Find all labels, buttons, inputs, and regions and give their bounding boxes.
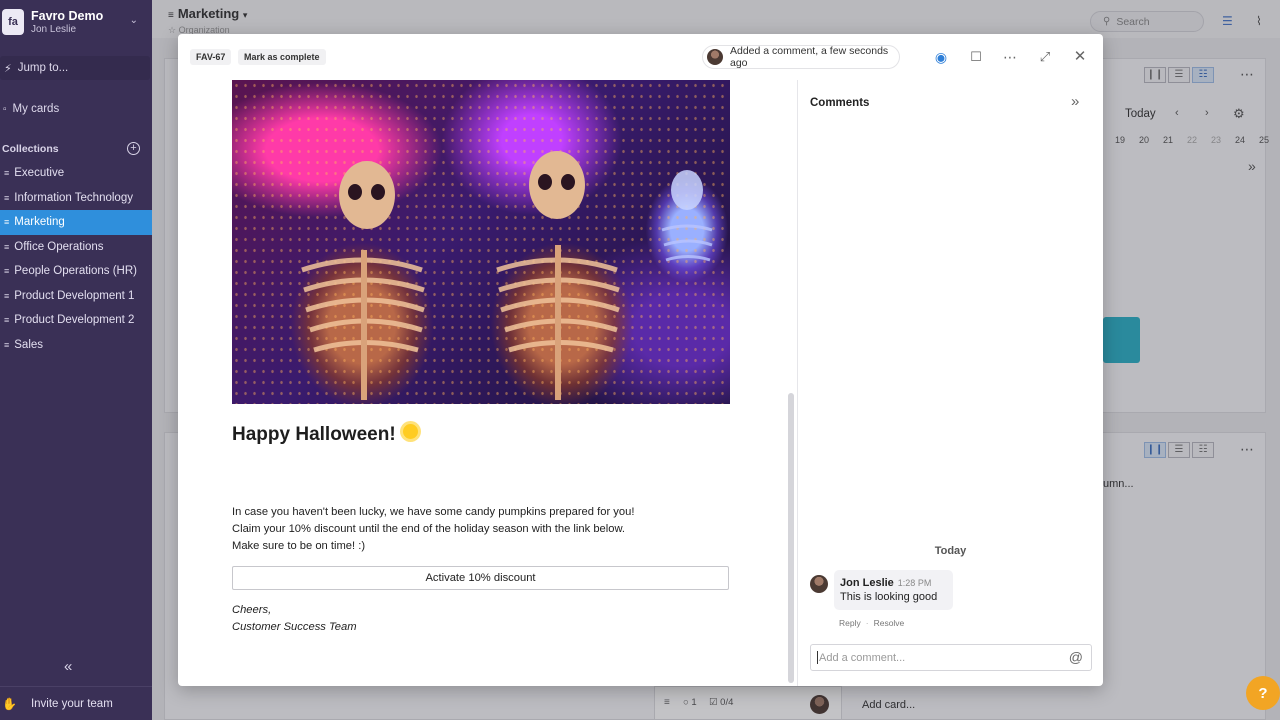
- invite-team-label: Invite your team: [30, 697, 113, 710]
- collections-list: ≡ Executive ≡ Information Technology ≡ Mark…: [0, 161, 152, 357]
- card-heading: Happy Halloween!: [232, 424, 418, 446]
- workspace-user: Jon Leslie: [31, 24, 77, 35]
- add-collection-icon[interactable]: +: [127, 142, 140, 155]
- sidebar-item-product-development-1[interactable]: ≡ Product Development 1: [0, 284, 152, 309]
- comment-input[interactable]: Add a comment... @: [810, 644, 1092, 671]
- sidebar: fa Favro Demo Jon Leslie ⌄ ⚡︎ Jump to...…: [0, 0, 152, 720]
- list-icon: ≡: [4, 168, 10, 179]
- lightning-icon: ⚡︎: [4, 62, 12, 75]
- sidebar-item-executive[interactable]: ≡ Executive: [0, 161, 152, 186]
- sun-icon: [402, 424, 418, 439]
- sidebar-item-label: Product Development 1: [14, 289, 135, 302]
- sidebar-item-label: Information Technology: [14, 191, 133, 204]
- sidebar-item-label: Product Development 2: [14, 314, 135, 327]
- card-heading-text: Happy Halloween!: [232, 424, 396, 445]
- comment-actions: Reply · Resolve: [839, 618, 904, 628]
- comment-bubble: Jon Leslie 1:28 PM This is looking good: [834, 570, 953, 610]
- archive-icon[interactable]: ☐: [966, 47, 986, 67]
- collapse-sidebar-icon[interactable]: «: [64, 658, 72, 675]
- signoff-line: Customer Success Team: [232, 621, 357, 633]
- collections-heading: Collections: [2, 143, 59, 155]
- sidebar-item-product-development-2[interactable]: ≡ Product Development 2: [0, 308, 152, 333]
- avatar: [707, 49, 723, 65]
- jump-to-label: Jump to...: [17, 62, 69, 74]
- separator: ·: [865, 618, 869, 628]
- workspace-logo: fa: [2, 9, 24, 35]
- collapse-comments-icon[interactable]: »: [1071, 93, 1079, 110]
- sidebar-item-label: Office Operations: [14, 240, 104, 253]
- resolve-link[interactable]: Resolve: [874, 618, 905, 628]
- my-cards-label: My cards: [12, 103, 60, 115]
- text-caret: [817, 651, 818, 664]
- description-line: In case you haven't been lucky, we have …: [232, 506, 635, 518]
- invite-team-button[interactable]: ✋ Invite your team: [0, 686, 152, 720]
- expand-icon[interactable]: ⤢: [1035, 47, 1055, 67]
- sidebar-item-people-operations[interactable]: ≡ People Operations (HR): [0, 259, 152, 284]
- help-button[interactable]: ?: [1246, 676, 1280, 710]
- watch-eye-icon[interactable]: ◉: [931, 47, 951, 67]
- comments-day-label: Today: [934, 545, 967, 557]
- comment-text: This is looking good: [840, 591, 938, 603]
- content-scrollbar[interactable]: [788, 393, 794, 683]
- list-icon: ≡: [4, 217, 10, 228]
- chevron-down-icon[interactable]: ⌄: [130, 15, 138, 26]
- mark-complete-button[interactable]: Mark as complete: [238, 49, 326, 65]
- modal-header: FAV-67 Mark as complete Added a comment,…: [178, 34, 1103, 80]
- comments-title: Comments: [810, 97, 870, 109]
- card-description: In case you haven't been lucky, we have …: [232, 504, 634, 555]
- more-icon[interactable]: ⋯: [1000, 47, 1020, 67]
- activity-indicator[interactable]: Added a comment, a few seconds ago: [702, 45, 900, 69]
- card-id-badge[interactable]: FAV-67: [190, 49, 232, 65]
- skeletons-illustration: [301, 151, 713, 400]
- comment-input-placeholder: Add a comment...: [819, 651, 906, 664]
- jump-to-button[interactable]: ⚡︎ Jump to...: [0, 56, 150, 80]
- card-content: Happy Halloween! In case you haven't bee…: [178, 80, 794, 686]
- list-icon: ≡: [4, 266, 10, 277]
- sidebar-item-marketing[interactable]: ≡ Marketing: [0, 210, 152, 235]
- avatar: [810, 575, 828, 593]
- list-icon: ≡: [4, 290, 10, 301]
- card-signoff: Cheers, Customer Success Team: [232, 602, 357, 636]
- activate-discount-button[interactable]: Activate 10% discount: [232, 566, 729, 590]
- card-modal: FAV-67 Mark as complete Added a comment,…: [178, 34, 1103, 686]
- close-icon[interactable]: ✕: [1070, 47, 1090, 67]
- comment-time: 1:28 PM: [897, 578, 932, 588]
- waving-hand-icon: ✋: [2, 696, 17, 711]
- list-icon: ≡: [4, 339, 10, 350]
- sidebar-item-label: Sales: [14, 338, 44, 351]
- halloween-image: [232, 80, 730, 404]
- list-icon: ≡: [4, 192, 10, 203]
- workspace-switcher[interactable]: fa Favro Demo Jon Leslie ⌄: [0, 6, 152, 40]
- sidebar-item-label: People Operations (HR): [14, 265, 137, 278]
- description-line: Claim your 10% discount until the end of…: [232, 523, 626, 535]
- activity-text: Added a comment, a few seconds ago: [730, 45, 889, 69]
- comment-author: Jon Leslie: [840, 577, 894, 589]
- sidebar-item-information-technology[interactable]: ≡ Information Technology: [0, 186, 152, 211]
- workspace-name: Favro Demo: [31, 9, 104, 23]
- comments-panel: Comments » Today Jon Leslie 1:28 PM This …: [798, 80, 1103, 686]
- my-cards-link[interactable]: ▫ My cards: [0, 100, 150, 118]
- signoff-line: Cheers,: [232, 604, 272, 616]
- sidebar-item-sales[interactable]: ≡ Sales: [0, 333, 152, 358]
- sidebar-item-office-operations[interactable]: ≡ Office Operations: [0, 235, 152, 260]
- reply-link[interactable]: Reply: [839, 618, 861, 628]
- sidebar-item-label: Marketing: [14, 216, 65, 229]
- list-icon: ≡: [4, 315, 10, 326]
- description-line: Make sure to be on time! :): [232, 540, 366, 552]
- mention-at-icon[interactable]: @: [1069, 649, 1083, 665]
- list-icon: ≡: [4, 241, 10, 252]
- cards-icon: ▫: [3, 103, 7, 115]
- sidebar-item-label: Executive: [14, 167, 65, 180]
